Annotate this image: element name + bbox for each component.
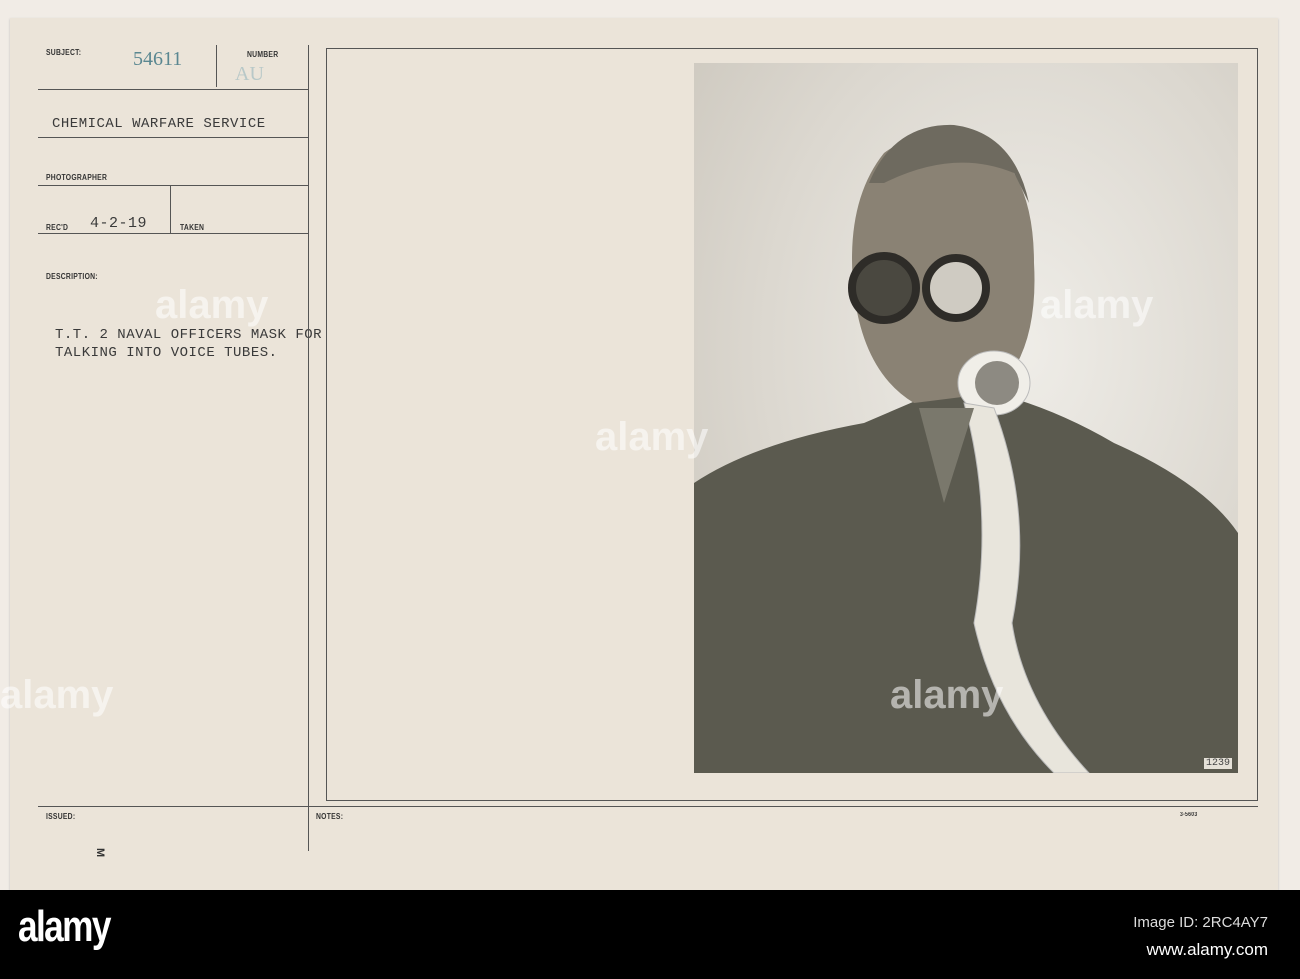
taken-label: TAKEN	[180, 223, 205, 232]
divider	[326, 800, 1257, 801]
divider	[38, 89, 308, 90]
watermark: alamy	[890, 673, 1004, 717]
form-number: 3-5603	[1180, 812, 1198, 818]
description-line-2: TALKING INTO VOICE TUBES.	[55, 345, 278, 361]
image-id: Image ID: 2RC4AY7	[1133, 914, 1268, 931]
watermark: alamy	[1040, 283, 1154, 327]
subject-text: CHEMICAL WARFARE SERVICE	[52, 116, 266, 132]
photo-figure	[694, 124, 1238, 773]
column-divider	[308, 45, 309, 851]
number-stamp: AU	[235, 63, 264, 85]
divider	[38, 185, 308, 186]
issued-mark: M	[94, 848, 106, 858]
recd-value: 4-2-19	[90, 215, 148, 232]
divider	[38, 233, 308, 234]
divider	[170, 185, 171, 233]
description-line-1: T.T. 2 NAVAL OFFICERS MASK FOR	[55, 327, 323, 343]
photograph-officer-gas-mask: 1239	[694, 63, 1238, 773]
description-label: DESCRIPTION:	[46, 272, 98, 281]
divider	[38, 137, 308, 138]
watermark: alamy	[0, 673, 114, 717]
recd-label: REC'D	[46, 223, 69, 232]
divider	[38, 806, 1258, 807]
divider	[216, 45, 217, 87]
number-label: NUMBER	[247, 50, 279, 59]
subject-label: SUBJECT:	[46, 48, 82, 57]
photo-number: 1239	[1203, 758, 1232, 769]
alamy-url[interactable]: www.alamy.com	[1146, 940, 1268, 960]
notes-label: NOTES:	[316, 812, 344, 821]
subject-number-stamp: 54611	[133, 48, 183, 70]
footer-bar: alamy Image ID: 2RC4AY7 www.alamy.com	[0, 890, 1300, 979]
alamy-logo: alamy	[18, 902, 111, 951]
watermark: alamy	[155, 283, 269, 327]
watermark: alamy	[595, 415, 709, 459]
issued-label: ISSUED:	[46, 812, 76, 821]
photographer-label: PHOTOGRAPHER	[46, 173, 108, 182]
